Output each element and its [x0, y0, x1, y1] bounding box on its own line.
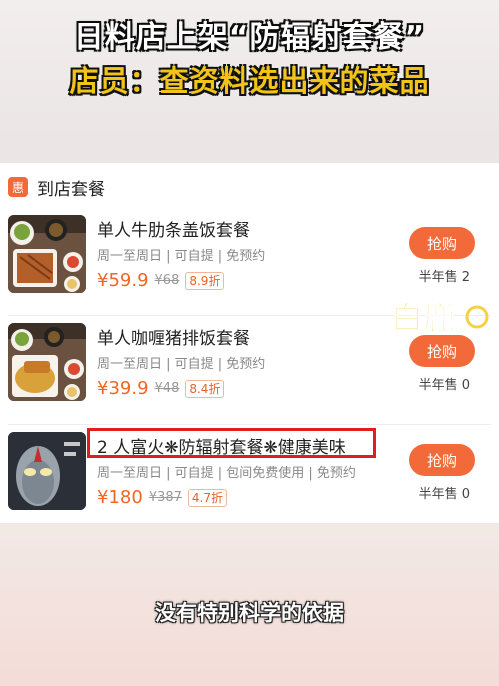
original-price: ¥387 — [148, 490, 182, 505]
curry-pork-rice-set-image — [8, 323, 86, 401]
discount-tag: 8.4折 — [185, 379, 225, 398]
buy-button[interactable]: 抢购 — [409, 444, 475, 476]
original-price: ¥48 — [154, 381, 180, 396]
price-row: ¥59.9 ¥68 8.9折 — [97, 270, 225, 291]
price: ¥39.9 — [97, 378, 149, 399]
item-meta: 周一至周日 | 可自提 | 免预约 — [97, 249, 266, 264]
price-row: ¥180 ¥387 4.7折 — [97, 487, 227, 508]
subheadline: 店员：查资料选出来的菜品 — [69, 64, 430, 98]
item-name: 单人咖喱猪排饭套餐 — [97, 329, 250, 349]
original-price: ¥68 — [154, 273, 180, 288]
caption: 没有特别科学的依据 — [155, 601, 344, 625]
ultraman-image — [8, 432, 86, 510]
beef-rice-set-image — [8, 215, 86, 293]
section-header: 惠 到店套餐 — [8, 175, 105, 200]
sold-count: 半年售 2 — [418, 270, 470, 285]
sold-count: 半年售 0 — [418, 378, 470, 393]
highlight-box — [87, 428, 376, 458]
headline: 日料店上架“防辐射套餐” — [73, 20, 426, 55]
discount-tag: 4.7折 — [187, 488, 227, 507]
sold-count: 半年售 0 — [418, 487, 470, 502]
watermark-text: 白鹿 — [391, 299, 455, 337]
buy-button[interactable]: 抢购 — [409, 227, 475, 259]
price: ¥59.9 — [97, 270, 149, 291]
discount-badge-icon: 惠 — [8, 177, 28, 197]
page: { "overlay": { "headline": "日料店上架“防辐射套餐”… — [0, 0, 499, 686]
discount-tag: 8.9折 — [185, 271, 225, 290]
watermark-logo: 白鹿 — [391, 299, 489, 338]
buy-button[interactable]: 抢购 — [409, 335, 475, 367]
item-name: 单人牛肋条盖饭套餐 — [97, 221, 250, 241]
price: ¥180 — [97, 487, 143, 508]
price-row: ¥39.9 ¥48 8.4折 — [97, 378, 225, 399]
section-title: 到店套餐 — [37, 179, 105, 200]
item-meta: 周一至周日 | 可自提 | 免预约 — [97, 357, 266, 372]
deal-card: 惠 到店套餐 单人牛肋条盖饭套餐 周一至周日 | 可自提 | 免预约 ¥59.9… — [0, 163, 499, 523]
item-meta: 周一至周日 | 可自提 | 包间免费使用 | 免预约 — [97, 466, 356, 481]
